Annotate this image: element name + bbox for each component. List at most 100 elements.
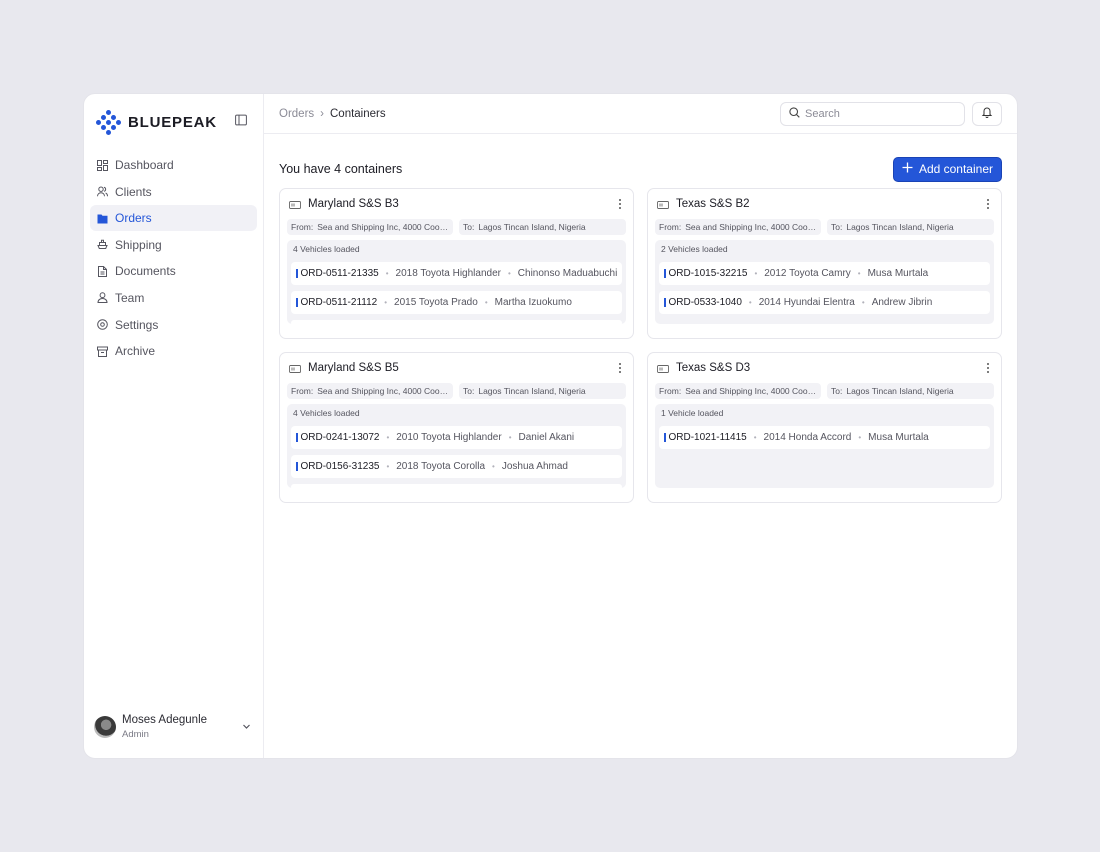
- sidebar-item-label: Documents: [115, 264, 176, 279]
- order-id: ORD-0241-13072: [300, 432, 380, 443]
- route-to-label: To:: [831, 222, 843, 232]
- bell-icon: [981, 106, 993, 121]
- vehicles-panel: 2 Vehicles loaded ORD-1015-32215 • 2012 To…: [655, 240, 994, 324]
- sidebar-item-label: Dashboard: [115, 158, 174, 172]
- chevron-down-icon[interactable]: [242, 720, 251, 734]
- vehicles-loaded-count: 4 Vehicles loaded: [293, 408, 360, 418]
- client-name: Musa Murtala: [868, 432, 929, 443]
- sidebar-item-shipping[interactable]: Shipping: [90, 232, 257, 258]
- avatar: [94, 716, 116, 738]
- route-from-label: From:: [659, 386, 682, 396]
- route-from-label: From:: [291, 222, 314, 232]
- route-from: From: Sea and Shipping Inc, 4000 Coolidg.…: [287, 219, 453, 235]
- breadcrumb: Orders › Containers: [279, 108, 780, 120]
- route-to-value: Lagos Tincan Island, Nigeria: [846, 386, 954, 396]
- container-name: Maryland S&S B5: [308, 362, 399, 374]
- vehicle-row-peek: [291, 484, 622, 488]
- dashboard-icon: [97, 159, 108, 171]
- route-to: To: Lagos Tincan Island, Nigeria: [827, 383, 994, 399]
- add-container-button[interactable]: Add container: [892, 156, 1002, 182]
- route-to: To: Lagos Tincan Island, Nigeria: [827, 219, 994, 235]
- sidebar-item-team[interactable]: Team: [90, 285, 257, 311]
- sidebar-item-label: Clients: [115, 184, 152, 199]
- sidebar-item-label: Settings: [115, 317, 159, 332]
- top-bar: Orders › Containers: [264, 94, 1017, 134]
- vehicle-model: 2012 Toyota Camry: [764, 268, 851, 279]
- route-to-label: To:: [831, 386, 843, 396]
- plus-icon: [902, 162, 913, 176]
- container-card-header: Maryland S&S B5: [287, 359, 626, 377]
- vehicle-row[interactable]: ORD-1021-11415 • 2014 Honda Accord • Musa Mu…: [659, 426, 990, 449]
- vehicles-panel: 1 Vehicle loaded ORD-1021-11415 • 2014 Hon…: [655, 404, 994, 488]
- route-from-label: From:: [659, 222, 682, 232]
- order-id: ORD-0533-1040: [668, 297, 742, 308]
- search-input[interactable]: [805, 107, 945, 120]
- sidebar-item-archive[interactable]: Archive: [90, 338, 257, 364]
- container-route: From: Sea and Shipping Inc, 4000 Coolidg.…: [655, 383, 994, 399]
- order-id: ORD-0511-21112: [300, 297, 378, 308]
- order-id: ORD-0156-31235: [300, 461, 380, 472]
- route-to: To: Lagos Tincan Island, Nigeria: [459, 383, 626, 399]
- client-name: Chinonso Maduabuchi: [517, 268, 618, 279]
- sidebar-item-orders[interactable]: Orders: [90, 205, 257, 232]
- vehicles-loaded-count: 2 Vehicles loaded: [661, 244, 728, 254]
- vehicle-row[interactable]: ORD-1015-32215 • 2012 Toyota Camry • Musa Mu…: [659, 262, 990, 285]
- more-options-icon[interactable]: [614, 361, 626, 375]
- order-id: ORD-1015-32215: [668, 268, 748, 279]
- vehicle-row[interactable]: ORD-0533-1040 • 2014 Hyundai Elentra • Andre…: [659, 291, 990, 314]
- vehicle-model: 2010 Toyota Highlander: [396, 432, 502, 443]
- container-card[interactable]: Maryland S&S B3 From: Sea and Shipping In…: [279, 188, 634, 339]
- route-to-value: Lagos Tincan Island, Nigeria: [478, 222, 586, 232]
- sidebar-item-documents[interactable]: Documents: [90, 258, 257, 284]
- sidebar-item-clients[interactable]: Clients: [90, 179, 257, 205]
- container-card[interactable]: Maryland S&S B5 From: Sea and Shipping In…: [279, 352, 634, 503]
- notifications-button[interactable]: [972, 101, 1002, 126]
- route-from-value: Sea and Shipping Inc, 4000 Coolidg...: [317, 222, 449, 232]
- vehicle-model: 2015 Toyota Prado: [394, 297, 478, 308]
- container-name: Maryland S&S B3: [308, 198, 399, 210]
- search-box[interactable]: [780, 101, 965, 126]
- order-id: ORD-1021-11415: [668, 432, 747, 443]
- vehicles-loaded-count: 1 Vehicle loaded: [661, 408, 724, 418]
- route-from-label: From:: [291, 386, 314, 396]
- container-icon: [289, 363, 301, 373]
- more-options-icon[interactable]: [982, 197, 994, 211]
- brand-name: BLUEPEAK: [128, 113, 217, 131]
- sidebar-item-dashboard[interactable]: Dashboard: [90, 152, 257, 178]
- more-options-icon[interactable]: [614, 197, 626, 211]
- sidebar-item-label: Shipping: [115, 237, 162, 252]
- search-icon: [789, 106, 800, 121]
- sidebar-toggle-icon[interactable]: [235, 114, 251, 130]
- route-to-label: To:: [463, 222, 475, 232]
- vehicle-model: 2018 Toyota Corolla: [396, 461, 486, 472]
- sidebar: BLUEPEAK Dashboard Clients Orders Shippi…: [84, 94, 264, 758]
- container-card[interactable]: Texas S&S B2 From: Sea and Shipping Inc, …: [647, 188, 1002, 339]
- route-from: From: Sea and Shipping Inc, 4000 Coolidg.…: [655, 219, 821, 235]
- team-icon: [97, 292, 108, 304]
- user-menu[interactable]: Moses Adegunle Admin: [94, 714, 251, 740]
- container-icon: [289, 199, 301, 209]
- page-header: You have 4 containers Add container: [264, 134, 1017, 189]
- client-name: Martha Izuokumo: [494, 297, 572, 308]
- vehicle-row[interactable]: ORD-0156-31235 • 2018 Toyota Corolla • Joshu…: [291, 455, 622, 478]
- user-role: Admin: [122, 729, 149, 740]
- client-name: Daniel Akani: [518, 432, 575, 443]
- page-title: You have 4 containers: [279, 162, 403, 176]
- more-options-icon[interactable]: [982, 361, 994, 375]
- container-icon: [657, 363, 669, 373]
- breadcrumb-orders[interactable]: Orders: [279, 108, 314, 120]
- container-card[interactable]: Texas S&S D3 From: Sea and Shipping Inc, …: [647, 352, 1002, 503]
- brand: BLUEPEAK: [84, 94, 263, 150]
- route-from: From: Sea and Shipping Inc, 4000 Coolidg.…: [287, 383, 453, 399]
- route-from-value: Sea and Shipping Inc, 4000 Coolidg...: [685, 222, 817, 232]
- container-card-header: Texas S&S D3: [655, 359, 994, 377]
- order-id: ORD-0511-21335: [300, 268, 379, 279]
- client-name: Musa Murtala: [867, 268, 929, 279]
- settings-icon: [97, 319, 108, 330]
- sidebar-item-settings[interactable]: Settings: [90, 312, 257, 338]
- vehicle-row[interactable]: ORD-0511-21112 • 2015 Toyota Prado • Martha …: [291, 291, 622, 314]
- orders-icon: [97, 213, 108, 224]
- vehicle-row[interactable]: ORD-0241-13072 • 2010 Toyota Highlander • Da…: [291, 426, 622, 449]
- vehicle-row[interactable]: ORD-0511-21335 • 2018 Toyota Highlander • Ch…: [291, 262, 622, 285]
- main-content: Orders › Containers You have 4 container…: [264, 94, 1017, 758]
